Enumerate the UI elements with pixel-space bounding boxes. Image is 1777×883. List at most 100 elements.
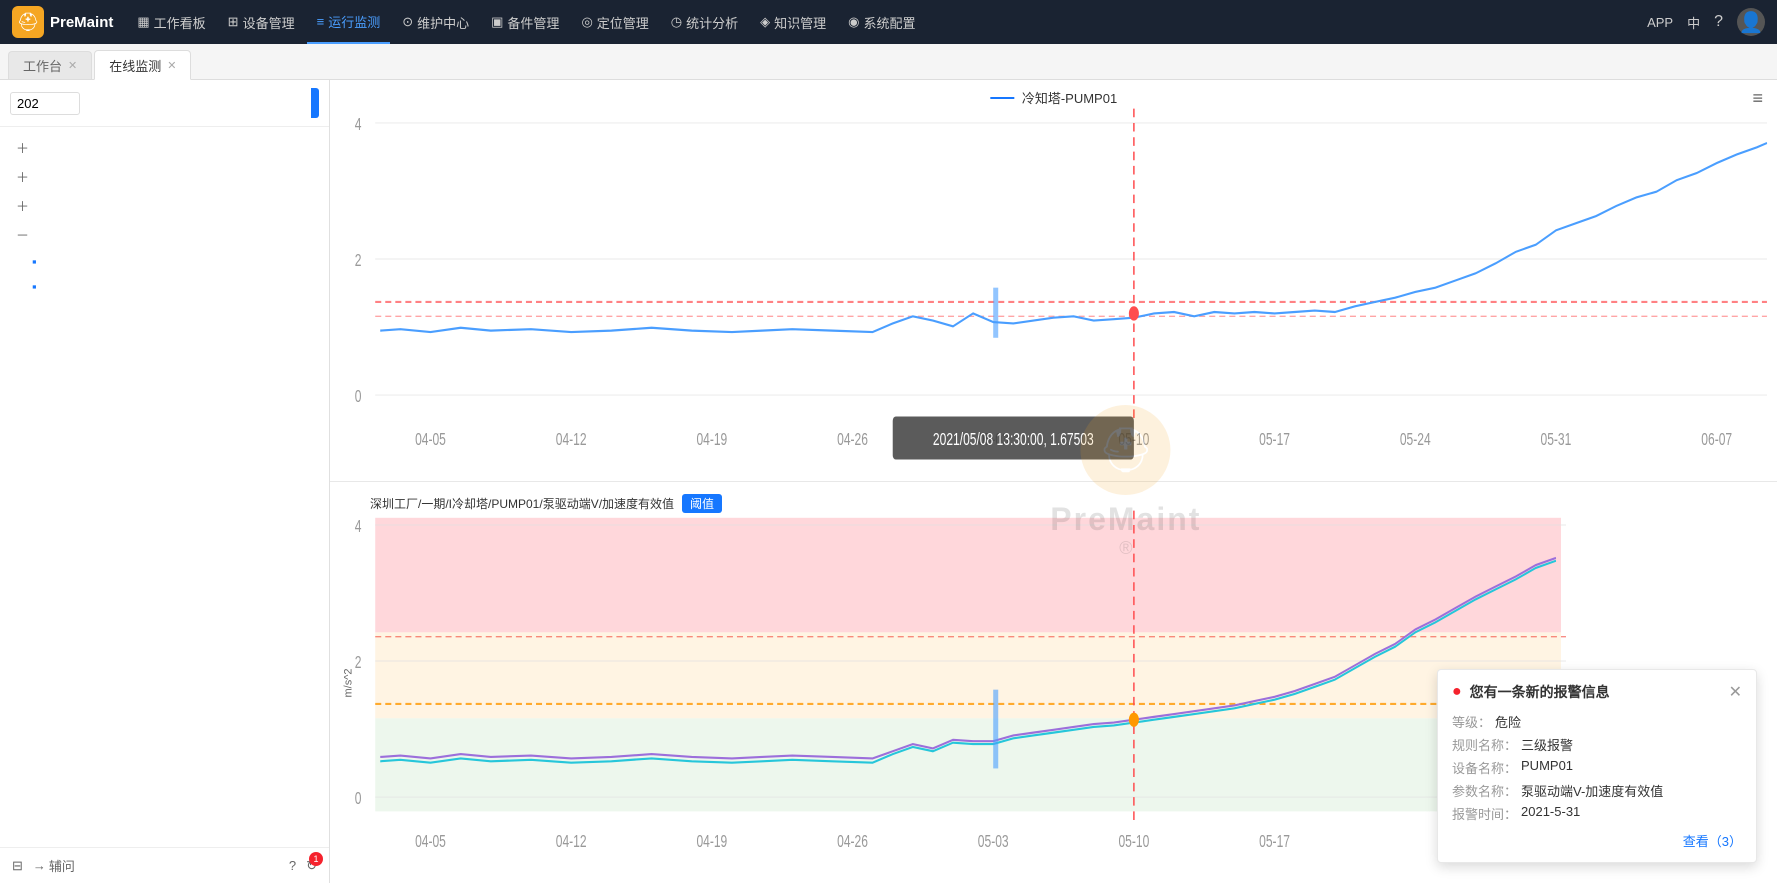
nav-item-device[interactable]: ⊞ 设备管理 (218, 0, 305, 44)
help-label: 辅问 (49, 856, 75, 875)
tree-subitem-1[interactable]: ▪ (0, 249, 329, 274)
tree-item-4[interactable]: － (0, 220, 329, 249)
nav-item-parts[interactable]: ▣ 备件管理 (481, 0, 569, 44)
arrow-icon: → (33, 858, 46, 873)
tab-monitor-label: 在线监测 (109, 56, 161, 75)
logo-icon: ⛑ (12, 6, 44, 38)
bottom-chart-path: 深圳工厂/一期/I冷却塔/PUMP01/泵驱动端V/加速度有效值 阈值 (370, 494, 722, 513)
legend-line (990, 97, 1014, 99)
app-label[interactable]: APP (1647, 15, 1673, 30)
tree-toggle-3: ＋ (16, 196, 30, 215)
tree-toggle-1: ＋ (16, 138, 30, 157)
tree-item-2[interactable]: ＋ (0, 162, 329, 191)
path-label-text: 深圳工厂/一期/I冷却塔/PUMP01/泵驱动端V/加速度有效值 (370, 495, 674, 512)
location-icon: ◎ (581, 14, 592, 30)
chart-menu-button[interactable]: ≡ (1752, 88, 1763, 109)
right-content: ⛑ PreMaint ® 冷知塔-PUMP01 ≡ 4 2 0 (330, 80, 1777, 883)
alert-view-link[interactable]: 查看（3） (1683, 831, 1742, 850)
sysconfig-icon: ◉ (848, 14, 859, 30)
nav-item-location[interactable]: ◎ 定位管理 (571, 0, 658, 44)
knowledge-icon: ◈ (760, 14, 770, 30)
top-nav: ⛑ PreMaint ▦ 工作看板 ⊞ 设备管理 ≡ 运行监测 ⊙ 维护中心 ▣… (0, 0, 1777, 44)
tree-item-1[interactable]: ＋ (0, 133, 329, 162)
tab-bar: 工作台 ✕ 在线监测 ✕ (0, 44, 1777, 80)
lang-selector[interactable]: 中 (1687, 13, 1700, 32)
notification-badge: 1 (309, 852, 323, 866)
svg-text:04-19: 04-19 (696, 431, 727, 450)
dashboard-label: 工作看板 (154, 13, 206, 32)
tree-subitem-2-icon: ▪ (32, 279, 37, 294)
tree-item-3[interactable]: ＋ (0, 191, 329, 220)
alert-device-label: 设备名称： (1452, 758, 1517, 777)
logo[interactable]: ⛑ PreMaint (12, 6, 113, 38)
nav-right: APP 中 ? 👤 (1647, 8, 1765, 36)
sidebar-help-icon[interactable]: ? (289, 858, 296, 873)
alert-time-value: 2021-5-31 (1521, 804, 1580, 823)
alert-time-label: 报警时间： (1452, 804, 1517, 823)
nav-item-dashboard[interactable]: ▦ 工作看板 (127, 0, 215, 44)
nav-item-monitor[interactable]: ≡ 运行监测 (307, 0, 391, 44)
alert-device-value: PUMP01 (1521, 758, 1573, 777)
alert-row-level: 等级： 危险 (1452, 712, 1742, 731)
alert-error-icon: ● (1452, 683, 1462, 701)
tab-workbench-label: 工作台 (23, 56, 62, 75)
maintenance-icon: ⊙ (402, 14, 413, 30)
sidebar-help-text[interactable]: → 辅问 (33, 856, 75, 875)
alert-notification: ● 您有一条新的报警信息 ✕ 等级： 危险 规则名称： 三级报警 设备名称： P… (1437, 669, 1757, 863)
svg-text:4: 4 (355, 518, 362, 537)
svg-text:05-17: 05-17 (1259, 431, 1290, 450)
sidebar-bottom: ⊟ → 辅问 ? ↻ 1 (0, 847, 329, 883)
svg-text:0: 0 (355, 388, 362, 407)
alert-row-time: 报警时间： 2021-5-31 (1452, 804, 1742, 823)
sysconfig-label: 系统配置 (864, 13, 916, 32)
sidebar-search-input[interactable] (10, 92, 80, 115)
tab-monitor[interactable]: 在线监测 ✕ (94, 50, 191, 80)
nav-item-maintenance[interactable]: ⊙ 维护中心 (392, 0, 479, 44)
alert-row-param: 参数名称： 泵驱动端V-加速度有效值 (1452, 781, 1742, 800)
device-label: 设备管理 (243, 13, 295, 32)
tree-toggle-4: － (16, 225, 30, 244)
alert-level-value: 危险 (1495, 712, 1521, 731)
svg-text:4: 4 (355, 116, 362, 135)
alert-footer: 查看（3） (1452, 831, 1742, 850)
svg-text:05-03: 05-03 (978, 833, 1009, 852)
logo-text: PreMaint (50, 14, 113, 31)
sidebar-expand-icon[interactable]: ⊟ (12, 858, 23, 874)
user-avatar[interactable]: 👤 (1737, 8, 1765, 36)
top-chart-svg: 4 2 0 04-05 04-12 04-19 04-26 05-03 05-1… (330, 80, 1777, 481)
dashboard-icon: ▦ (137, 14, 149, 30)
help-icon[interactable]: ? (1714, 13, 1723, 31)
bottom-chart-container: 深圳工厂/一期/I冷却塔/PUMP01/泵驱动端V/加速度有效值 阈值 m/s^… (330, 482, 1777, 883)
tab-monitor-close[interactable]: ✕ (167, 59, 176, 72)
tab-workbench-close[interactable]: ✕ (68, 59, 77, 72)
stats-label: 统计分析 (686, 13, 738, 32)
sidebar-blue-indicator (311, 88, 319, 118)
sidebar-refresh-icon[interactable]: ↻ 1 (306, 858, 317, 874)
svg-text:05-31: 05-31 (1541, 431, 1572, 450)
threshold-badge: 阈值 (682, 494, 722, 513)
tree-subitem-2[interactable]: ▪ (0, 274, 329, 299)
nav-item-sysconfig[interactable]: ◉ 系统配置 (838, 0, 925, 44)
svg-text:0: 0 (355, 790, 362, 809)
tab-workbench[interactable]: 工作台 ✕ (8, 51, 92, 79)
device-icon: ⊞ (228, 14, 239, 30)
alert-title: 您有一条新的报警信息 (1470, 682, 1721, 702)
location-label: 定位管理 (597, 13, 649, 32)
alert-close-button[interactable]: ✕ (1729, 682, 1742, 702)
nav-item-knowledge[interactable]: ◈ 知识管理 (750, 0, 836, 44)
main-layout: ＋ ＋ ＋ － ▪ ▪ (0, 80, 1777, 883)
alert-row-device: 设备名称： PUMP01 (1452, 758, 1742, 777)
svg-text:2: 2 (355, 654, 362, 673)
alert-header: ● 您有一条新的报警信息 ✕ (1452, 682, 1742, 702)
svg-text:05-10: 05-10 (1118, 833, 1149, 852)
tree-subitem-1-icon: ▪ (32, 254, 37, 269)
alert-level-label: 等级： (1452, 712, 1491, 731)
chart-top-legend-label: 冷知塔-PUMP01 (1022, 88, 1117, 107)
monitor-label: 运行监测 (328, 12, 380, 31)
nav-item-stats[interactable]: ◷ 统计分析 (661, 0, 748, 44)
alert-param-value: 泵驱动端V-加速度有效值 (1521, 781, 1663, 800)
alert-row-rule: 规则名称： 三级报警 (1452, 735, 1742, 754)
svg-text:06-07: 06-07 (1701, 431, 1732, 450)
knowledge-label: 知识管理 (774, 13, 826, 32)
svg-text:04-05: 04-05 (415, 833, 446, 852)
